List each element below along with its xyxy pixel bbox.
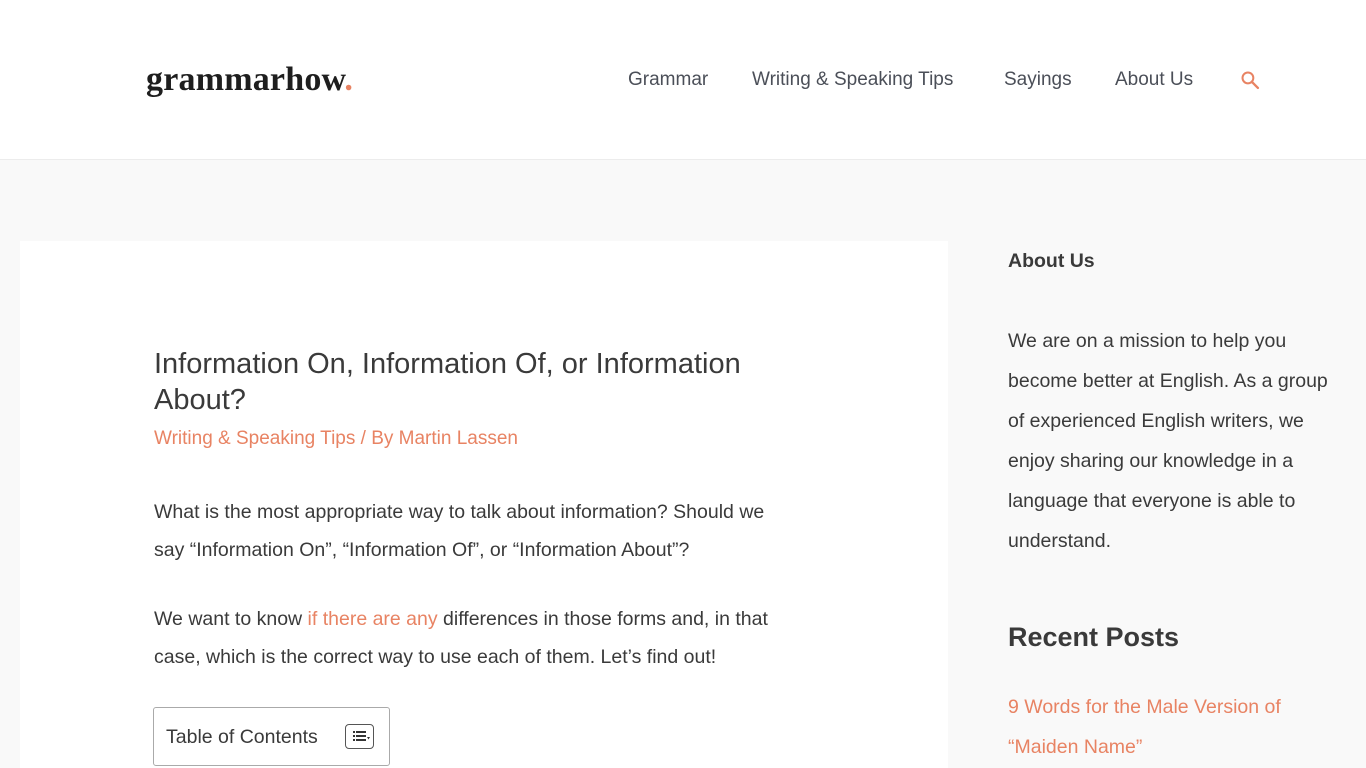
sidebar-about-title: About Us: [1008, 250, 1095, 272]
intro-paragraph: What is the most appropriate way to talk…: [154, 501, 765, 561]
recent-post-link[interactable]: 9 Words for the Male Version of “Maiden …: [1008, 687, 1328, 767]
inline-link[interactable]: if there are any: [308, 608, 438, 630]
post-title: Information On, Information Of, or Infor…: [154, 348, 741, 416]
list-toggle-icon: [353, 731, 370, 741]
post-meta-separator: / By: [355, 428, 399, 449]
logo-text: grammarhow: [146, 61, 345, 98]
nav-item-about-us[interactable]: About Us: [1115, 68, 1193, 92]
table-of-contents: Table of Contents: [153, 707, 390, 766]
toc-toggle-button[interactable]: [345, 724, 374, 749]
post-meta: Writing & Speaking Tips / By Martin Lass…: [154, 427, 518, 451]
post-category-link[interactable]: Writing & Speaking Tips: [154, 428, 355, 449]
post-author-link[interactable]: Martin Lassen: [399, 428, 518, 449]
sidebar-recent-heading: Recent Posts: [1008, 622, 1180, 652]
paragraph-text-before: We want to know: [154, 608, 308, 630]
nav-item-sayings[interactable]: Sayings: [1004, 68, 1072, 92]
sidebar-about-text: We are on a mission to help you become b…: [1008, 330, 1328, 552]
search-icon[interactable]: [1240, 70, 1260, 90]
logo-dot: .: [344, 61, 354, 98]
site-logo[interactable]: grammarhow.: [146, 58, 353, 102]
second-paragraph: We want to know if there are any differe…: [154, 600, 794, 676]
nav-item-writing-speaking-tips[interactable]: Writing & Speaking Tips: [752, 68, 953, 92]
toc-title: Table of Contents: [166, 726, 318, 748]
nav-item-grammar[interactable]: Grammar: [628, 68, 708, 92]
site-header: grammarhow. Grammar Writing & Speaking T…: [0, 0, 1366, 160]
